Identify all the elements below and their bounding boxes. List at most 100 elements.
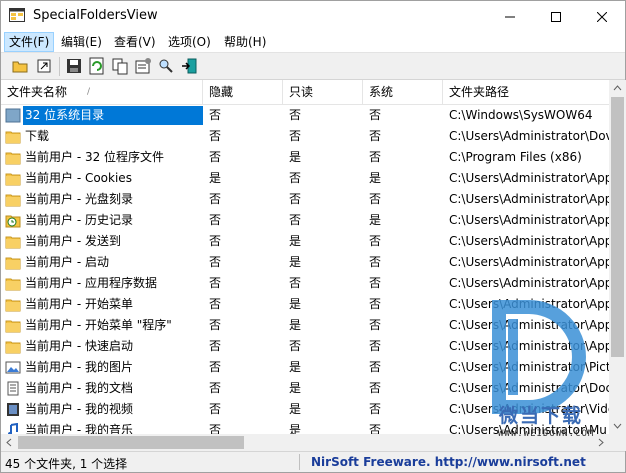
folder-name: 当前用户 - 32 位程序文件 bbox=[25, 150, 165, 164]
cell-system: 否 bbox=[369, 234, 382, 248]
copy-icon[interactable] bbox=[111, 57, 129, 75]
cell-name: 当前用户 - 我的音乐 bbox=[1, 420, 203, 434]
cell-system: 否 bbox=[369, 381, 382, 395]
cell-hidden: 否 bbox=[209, 129, 222, 143]
watermark-text: 微当下载 bbox=[499, 405, 584, 427]
cell-path: C:\Users\Administrator\App bbox=[449, 171, 609, 185]
status-credit-link[interactable]: NirSoft Freeware. http://www.nirsoft.net bbox=[311, 455, 586, 469]
folder-icon bbox=[5, 194, 21, 207]
cell-system: 否 bbox=[369, 318, 382, 332]
column-header-name[interactable]: 文件夹名称 / bbox=[1, 80, 203, 104]
properties-icon[interactable] bbox=[134, 57, 152, 75]
menu-help[interactable]: 帮助(H) bbox=[220, 32, 270, 52]
refresh-icon[interactable] bbox=[88, 57, 106, 75]
vertical-scrollbar[interactable] bbox=[609, 80, 626, 434]
cell-hidden: 否 bbox=[209, 360, 222, 374]
cell-readonly: 否 bbox=[289, 339, 302, 353]
folder-icon bbox=[5, 173, 21, 186]
folder-icon bbox=[5, 152, 21, 165]
folder-name: 当前用户 - 应用程序数据 bbox=[25, 276, 157, 290]
vertical-scroll-thumb[interactable] bbox=[611, 97, 624, 357]
table-row[interactable]: 当前用户 - 光盘刻录 否 否 否 C:\Users\Administrator\App bbox=[1, 189, 609, 210]
open-folder-icon[interactable] bbox=[11, 57, 29, 75]
table-row[interactable]: 当前用户 - 开始菜单 否 是 否 C:\Users\Administrator\App bbox=[1, 294, 609, 315]
menu-edit[interactable]: 编辑(E) bbox=[57, 32, 106, 52]
cell-name: 下载 bbox=[1, 126, 203, 147]
cell-system: 否 bbox=[369, 255, 382, 269]
folder-list[interactable]: 文件夹名称 / 隐藏 只读 系统 文件夹路径 32 位系统目录否否否 C:\Win… bbox=[1, 80, 609, 434]
title-bar[interactable]: SpecialFoldersView bbox=[1, 1, 625, 32]
folder-name: 当前用户 - 我的视频 bbox=[25, 402, 133, 416]
videos-folder-icon bbox=[7, 403, 19, 416]
table-row[interactable]: 当前用户 - 32 位程序文件 否 是 否 C:\Program Files (x86) bbox=[1, 147, 609, 168]
horizontal-scroll-thumb[interactable] bbox=[18, 436, 244, 449]
menu-view[interactable]: 查看(V) bbox=[110, 32, 160, 52]
folder-name: 当前用户 - 开始菜单 "程序" bbox=[25, 318, 172, 332]
column-header-readonly[interactable]: 只读 bbox=[283, 80, 363, 104]
cell-system: 否 bbox=[369, 129, 382, 143]
menu-options[interactable]: 选项(O) bbox=[164, 32, 215, 52]
minimize-button[interactable] bbox=[487, 1, 533, 32]
cell-path: C:\Users\Administrator\Dov bbox=[449, 129, 609, 143]
scroll-up-icon[interactable] bbox=[609, 80, 626, 97]
cell-readonly: 是 bbox=[289, 318, 302, 332]
table-row[interactable]: 当前用户 - 我的文档 否 是 否 C:\Users\Administrator\Doc bbox=[1, 378, 609, 399]
column-header-hidden[interactable]: 隐藏 bbox=[203, 80, 283, 104]
cell-readonly: 否 bbox=[289, 192, 302, 206]
cell-readonly: 是 bbox=[289, 255, 302, 269]
cell-readonly: 否 bbox=[289, 213, 302, 227]
cell-path: C:\Users\Administrator\App bbox=[449, 255, 609, 269]
watermark-url: WWW.WEIDOWN.COM bbox=[498, 429, 595, 439]
maximize-button[interactable] bbox=[533, 1, 579, 32]
save-icon[interactable] bbox=[65, 57, 83, 75]
column-header-path[interactable]: 文件夹路径 bbox=[443, 80, 609, 104]
find-icon[interactable] bbox=[157, 57, 175, 75]
scroll-left-icon[interactable] bbox=[1, 434, 18, 451]
music-folder-icon bbox=[8, 423, 18, 434]
cell-hidden: 否 bbox=[209, 402, 222, 416]
cell-name: 当前用户 - 应用程序数据 bbox=[1, 273, 203, 294]
cell-path: C:\Users\Administrator\App bbox=[449, 276, 609, 290]
cell-hidden: 否 bbox=[209, 423, 222, 434]
cell-hidden: 否 bbox=[209, 339, 222, 353]
exit-icon[interactable] bbox=[180, 57, 198, 75]
cell-path: C:\Users\Administrator\App bbox=[449, 192, 609, 206]
cell-name: 当前用户 - 启动 bbox=[1, 252, 203, 273]
cell-name: 当前用户 - 我的视频 bbox=[1, 399, 203, 420]
explore-icon[interactable] bbox=[35, 57, 53, 75]
table-row[interactable]: 当前用户 - 快速启动 否 否 否 C:\Users\Administrator\App bbox=[1, 336, 609, 357]
close-button[interactable] bbox=[579, 1, 625, 32]
cell-hidden: 否 bbox=[209, 318, 222, 332]
table-row[interactable]: 当前用户 - 应用程序数据 否 否 否 C:\Users\Administrator\A… bbox=[1, 273, 609, 294]
cell-system: 否 bbox=[369, 360, 382, 374]
folder-name: 当前用户 - 快速启动 bbox=[25, 339, 133, 353]
table-row[interactable]: 32 位系统目录否否否 C:\Windows\SysWOW64 bbox=[1, 105, 609, 126]
table-row[interactable]: 当前用户 - 我的图片 否 是 否 C:\Users\Administrator\Pic… bbox=[1, 357, 609, 378]
cell-path: C:\Users\Administrator\Doc bbox=[449, 381, 609, 395]
folder-name: 当前用户 - 我的图片 bbox=[25, 360, 133, 374]
cell-hidden: 否 bbox=[209, 192, 222, 206]
toolbar bbox=[1, 52, 625, 80]
column-header-system[interactable]: 系统 bbox=[363, 80, 443, 104]
table-row[interactable]: 当前用户 - 启动 否 是 否 C:\Users\Administrator\App bbox=[1, 252, 609, 273]
scroll-down-icon[interactable] bbox=[609, 417, 626, 434]
folder-icon bbox=[5, 299, 21, 312]
folder-name: 32 位系统目录 bbox=[22, 105, 203, 126]
folder-name: 当前用户 - 光盘刻录 bbox=[25, 192, 133, 206]
scroll-right-icon[interactable] bbox=[592, 434, 609, 451]
cell-hidden: 否 bbox=[209, 276, 222, 290]
table-row[interactable]: 当前用户 - 开始菜单 "程序" 否 是 否 C:\Users\Administrato… bbox=[1, 315, 609, 336]
menu-file[interactable]: 文件(F) bbox=[4, 32, 55, 52]
cell-system: 否 bbox=[369, 192, 382, 206]
table-row[interactable]: 当前用户 - 发送到 否 是 否 C:\Users\Administrator\App bbox=[1, 231, 609, 252]
folder-icon bbox=[5, 320, 21, 333]
column-name-label: 文件夹名称 bbox=[7, 85, 68, 99]
table-row[interactable]: 当前用户 - 历史记录 否 否 是 C:\Users\Administrator\App bbox=[1, 210, 609, 231]
table-row[interactable]: 下载 否 否 否 C:\Users\Administrator\Dov bbox=[1, 126, 609, 147]
cell-path: C:\Users\Administrator\App bbox=[449, 339, 609, 353]
table-row[interactable]: 当前用户 - Cookies 是 否 是 C:\Users\Administrator\… bbox=[1, 168, 609, 189]
minimize-icon bbox=[505, 16, 515, 17]
cell-system: 否 bbox=[369, 339, 382, 353]
cell-system: 否 bbox=[369, 423, 382, 434]
documents-folder-icon bbox=[7, 381, 19, 396]
